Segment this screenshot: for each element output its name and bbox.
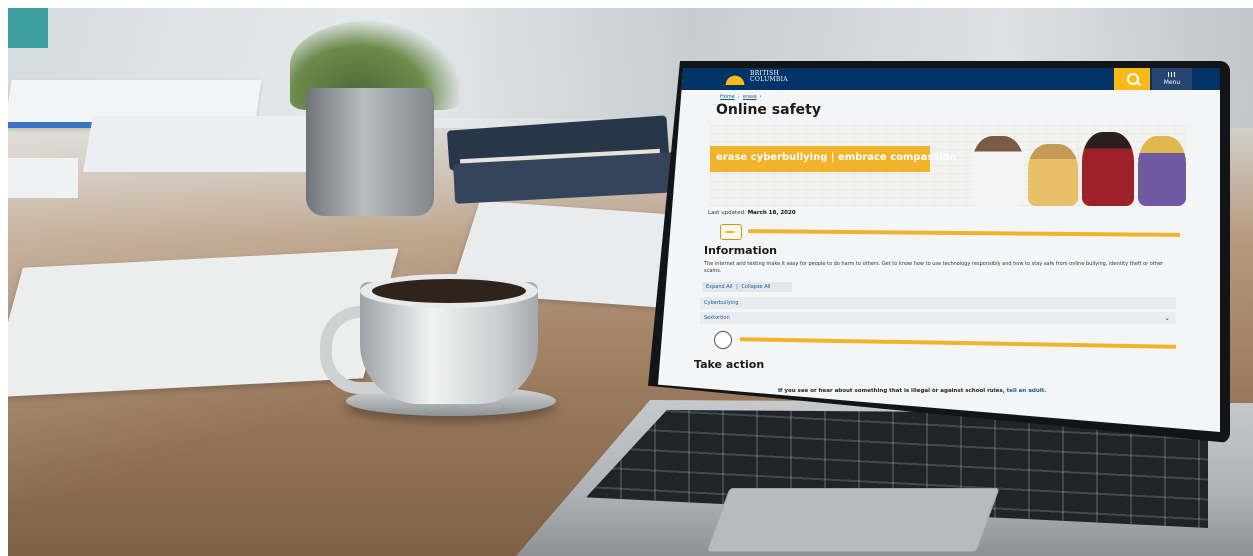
- take-action-text: If you see or hear about something that …: [778, 388, 1178, 395]
- accordion-label: Sextortion: [704, 315, 730, 321]
- tell-an-adult-link[interactable]: tell an adult.: [1007, 388, 1047, 394]
- gov-name: BRITISH COLUMBIA: [750, 71, 788, 83]
- section-divider: [747, 229, 1181, 237]
- last-updated: Last updated: March 18, 2020: [708, 210, 796, 217]
- accordion-cyberbullying[interactable]: Cyberbullying: [700, 297, 1176, 309]
- menu-label: Menu: [1163, 79, 1181, 86]
- updated-label: Last updated:: [708, 210, 746, 216]
- expand-all-link[interactable]: Expand All: [706, 284, 733, 290]
- search-button[interactable]: [1114, 68, 1150, 90]
- information-text: The internet and texting make it easy fo…: [704, 261, 1164, 274]
- collapse-all-link[interactable]: Collapse All: [741, 284, 770, 290]
- chevron-down-icon: ⌄: [1164, 314, 1170, 322]
- desk-paper: [8, 158, 78, 198]
- gov-name-line2: COLUMBIA: [750, 76, 788, 83]
- expand-separator: |: [736, 284, 738, 290]
- take-action-sentence: If you see or hear about something that …: [778, 388, 1005, 394]
- person-figure: [1138, 136, 1186, 206]
- section-divider: [739, 337, 1177, 349]
- gov-header: BRITISH COLUMBIA Menu: [658, 68, 1220, 90]
- person-figure: [972, 136, 1024, 206]
- bc-logo-icon[interactable]: [720, 71, 750, 85]
- person-figure: [1082, 132, 1134, 206]
- hero-banner: erase cyberbullying | embrace compassion: [710, 124, 1186, 206]
- banner-strip: erase cyberbullying | embrace compassion: [710, 146, 957, 172]
- plant-pot: [306, 88, 434, 216]
- breadcrumb-erase[interactable]: erase: [743, 94, 757, 100]
- menu-icon: [1168, 72, 1176, 77]
- laptop-trackpad: [706, 488, 1000, 552]
- chat-bubble-icon: [720, 224, 742, 240]
- coffee: [372, 279, 526, 303]
- expand-controls: Expand All | Collapse All: [702, 282, 792, 292]
- accordion-label: Cyberbullying: [704, 300, 739, 306]
- photo-scene: BRITISH COLUMBIA Menu Home › erase › Online…: [8, 8, 1253, 556]
- desk-paper: [83, 116, 323, 172]
- person-figure: [1028, 144, 1078, 206]
- banner-text: erase cyberbullying | embrace compassion: [716, 152, 957, 163]
- page-title: Online safety: [716, 102, 821, 118]
- webpage: BRITISH COLUMBIA Menu Home › erase › Online…: [658, 68, 1220, 432]
- take-action-heading: Take action: [694, 358, 765, 371]
- accordion-sextortion[interactable]: Sextortion ⌄: [700, 312, 1176, 324]
- breadcrumb: Home › erase ›: [720, 94, 762, 100]
- teal-corner-block: [8, 8, 48, 48]
- people-icon: [714, 331, 732, 349]
- laptop-screen: BRITISH COLUMBIA Menu Home › erase › Online…: [658, 68, 1220, 432]
- menu-button[interactable]: Menu: [1152, 68, 1192, 90]
- search-icon: [1127, 73, 1139, 85]
- information-heading: Information: [704, 244, 777, 257]
- breadcrumb-home[interactable]: Home: [720, 94, 735, 100]
- updated-date: March 18, 2020: [747, 210, 796, 216]
